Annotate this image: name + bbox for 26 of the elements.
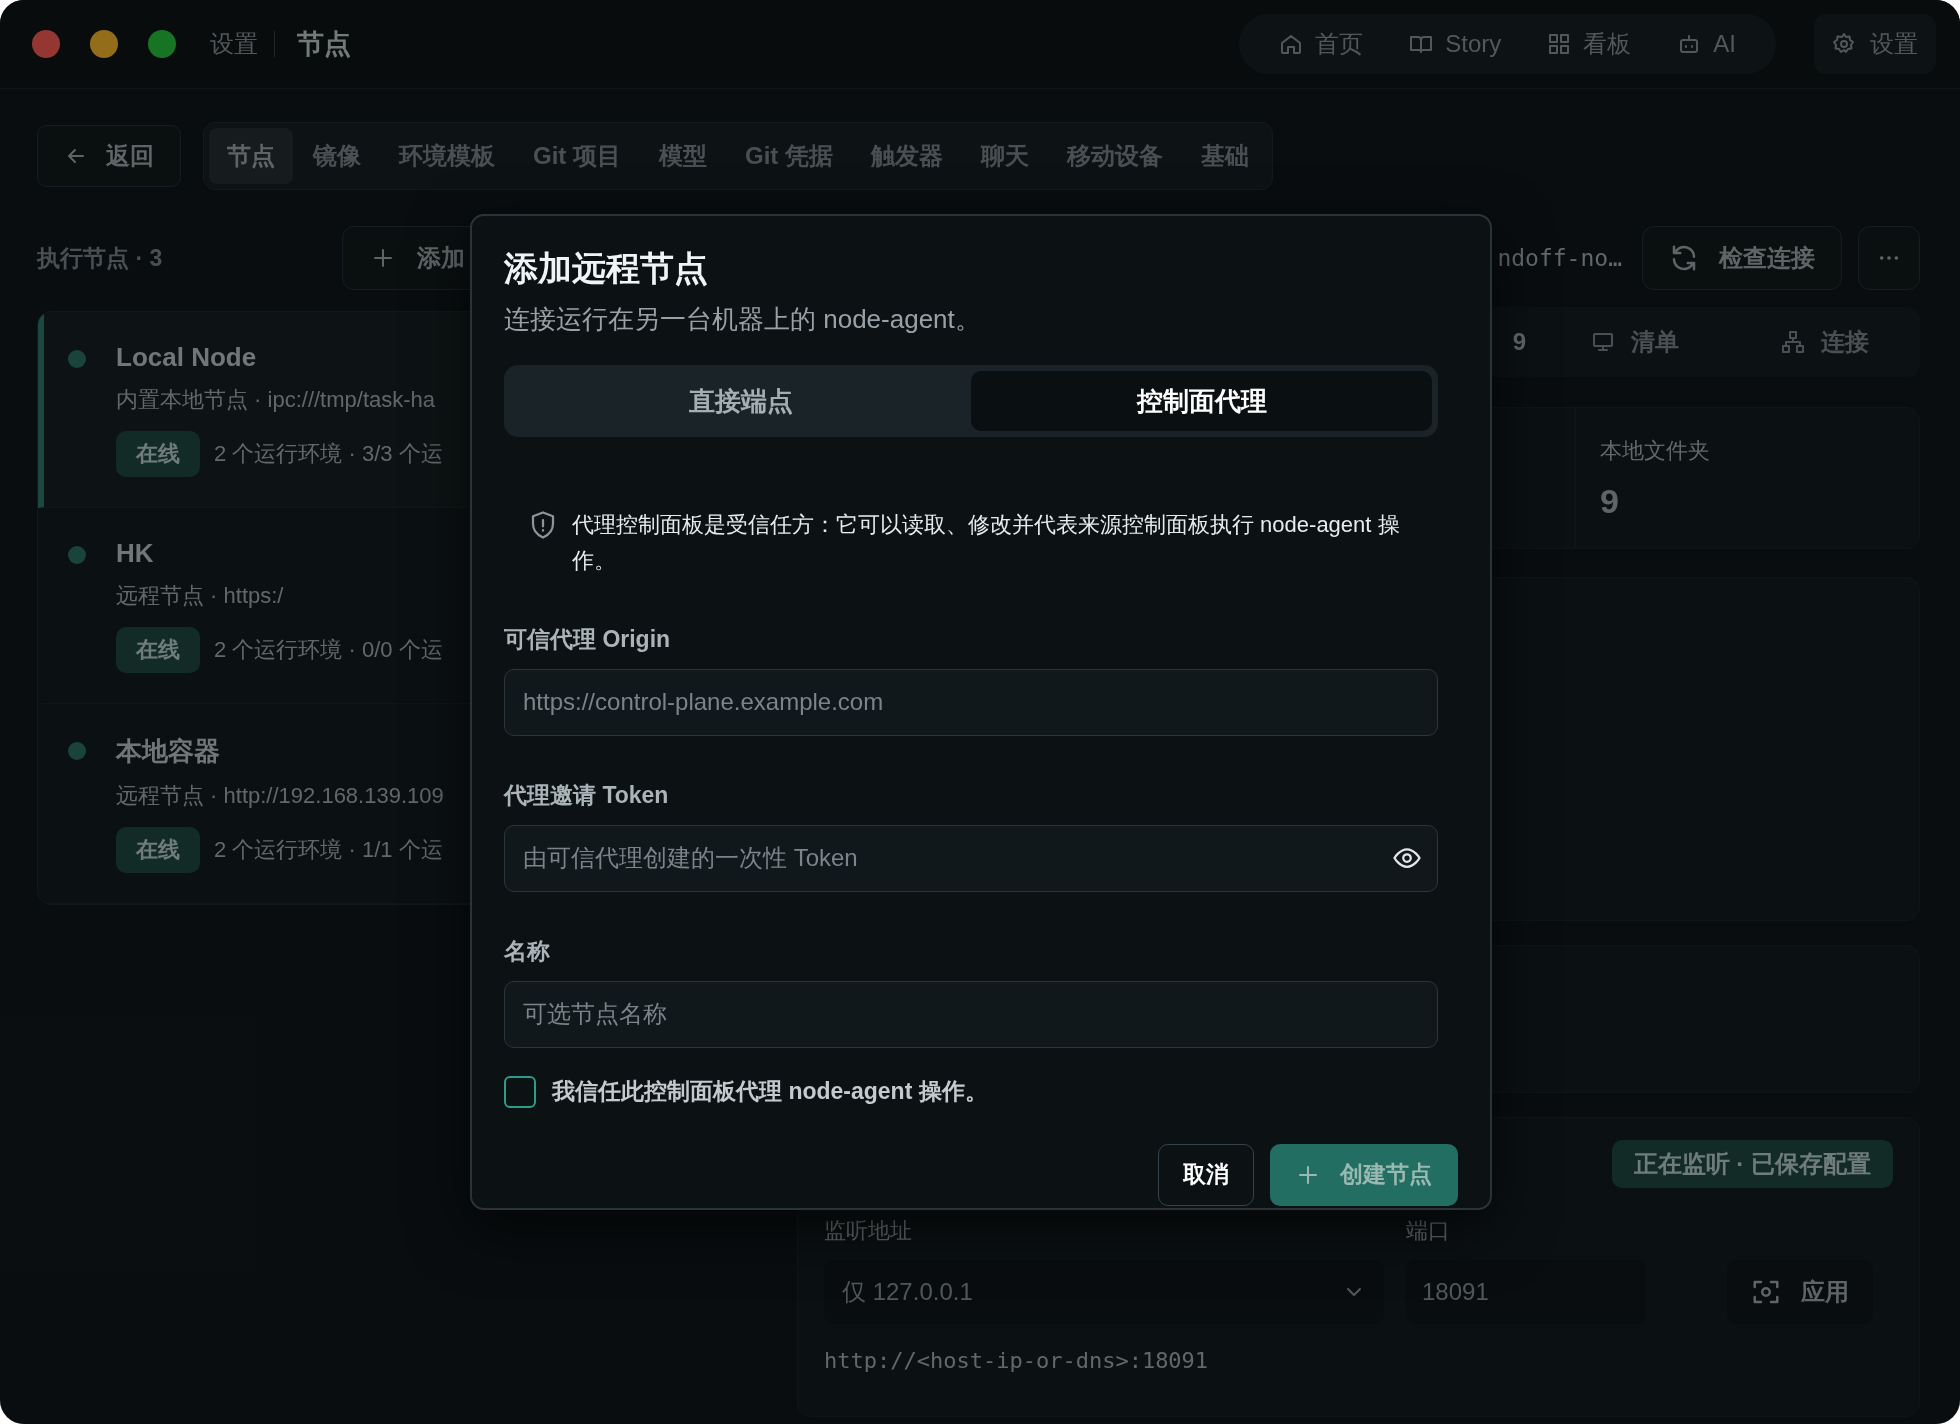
address-label: 监听地址 [824,1217,913,1245]
stat-value: 9 [1600,482,1620,521]
node-summary: 2 个运行环境 · 3/3 个运 [214,440,443,468]
node-address: 远程节点 · http://192.168.139.109 [116,782,444,810]
field-label: 名称 [504,936,550,966]
status-badge: 在线 [116,431,200,477]
listener-url: http://<host-ip-or-dns>:18091 [824,1348,1210,1373]
node-name: Local Node [116,342,258,373]
status-badge: 在线 [116,627,200,673]
node-address: 内置本地节点 · ipc:///tmp/task-ha [116,386,437,414]
node-summary: 2 个运行环境 · 1/1 个运 [214,836,443,864]
consent-label: 我信任此控制面板代理 node-agent 操作。 [552,1077,988,1107]
listening-status-badge: 正在监听 · 已保存配置 [1611,1140,1893,1188]
stat-label: 本地文件夹 [1600,437,1711,465]
node-name: 本地容器 [116,735,221,768]
node-address: 远程节点 · https:/ [116,582,285,610]
page-title: 节点 [297,28,351,61]
node-count-heading: 执行节点 · 3 [37,243,163,273]
port-label: 端口 [1406,1217,1451,1245]
status-badge: 在线 [116,827,200,873]
endpoint-text: ndoff-no… [1497,245,1622,271]
field-label: 代理邀请 Token [504,780,669,810]
node-summary: 2 个运行环境 · 0/0 个运 [214,636,443,664]
dialog-title: 添加远程节点 [504,248,708,289]
field-label: 可信代理 Origin [504,624,671,654]
node-name: HK [116,538,155,569]
